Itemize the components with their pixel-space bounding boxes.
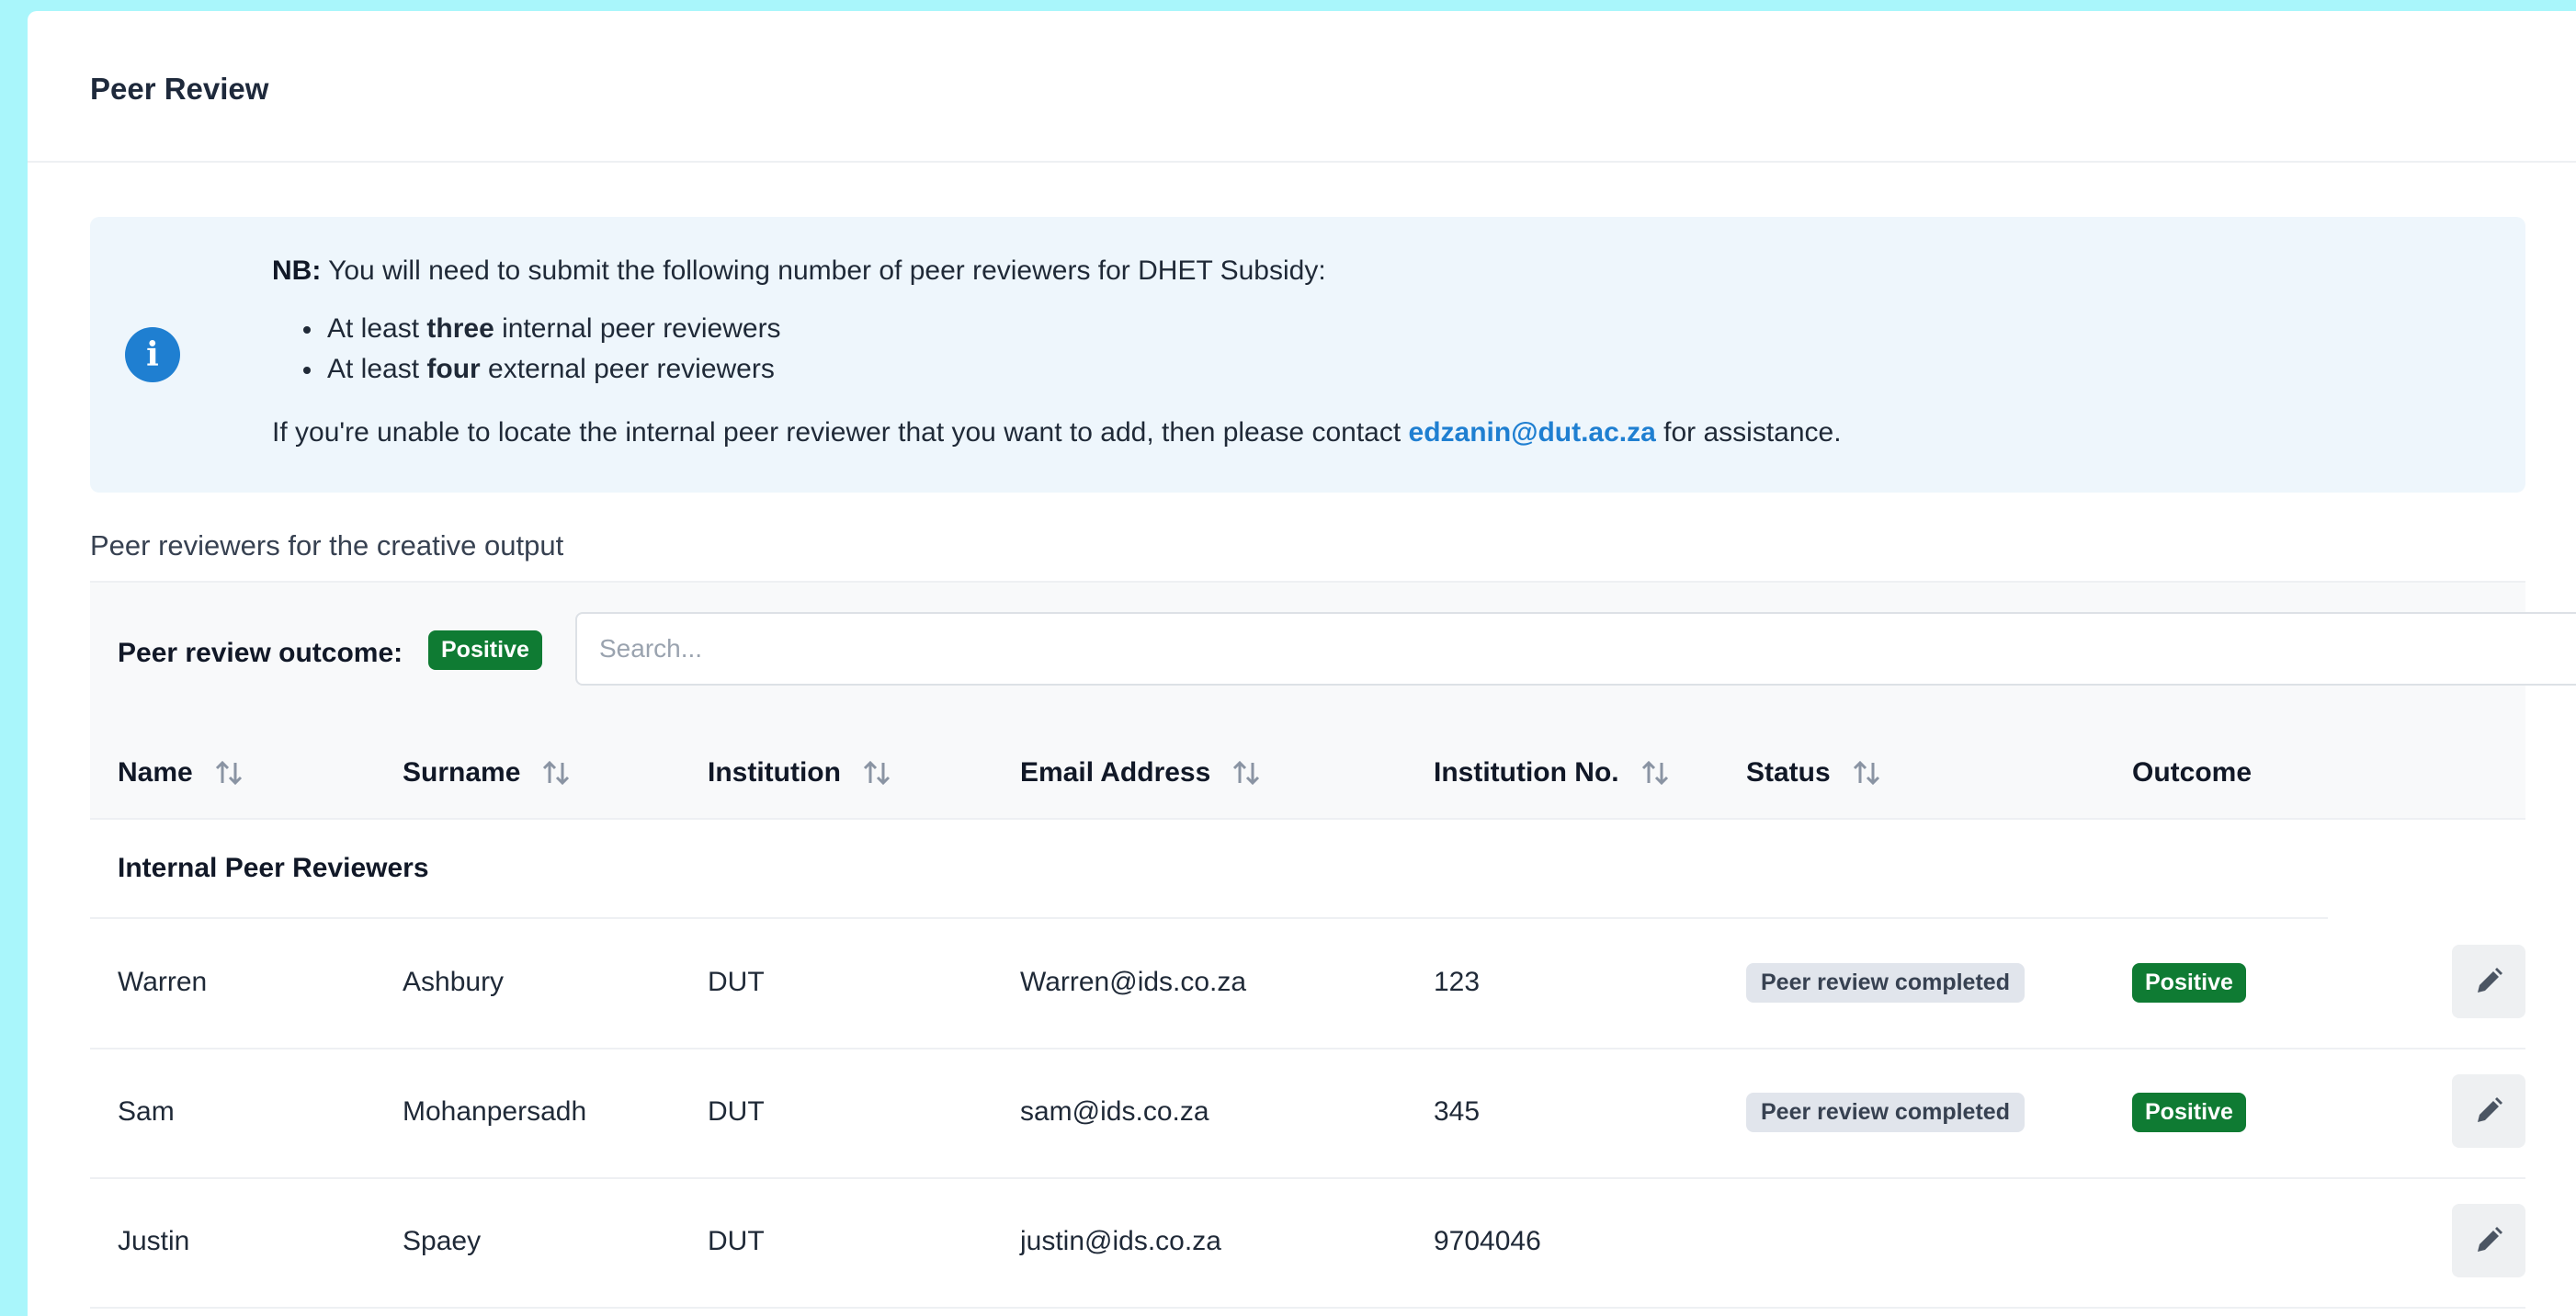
sort-icon[interactable] [213, 757, 244, 788]
outcome-badge: Positive [2132, 1093, 2246, 1132]
table-row: Warren Ashbury DUT Warren@ids.co.za 123 … [90, 919, 2525, 1049]
cell-name: Warren [118, 967, 208, 997]
nb-text: You will need to submit the following nu… [321, 255, 1326, 286]
sort-icon[interactable] [861, 757, 892, 788]
sort-icon[interactable] [1851, 757, 1882, 788]
cell-institution: DUT [708, 1096, 765, 1127]
requirement-internal: At least three internal peer reviewers [272, 309, 781, 349]
table-row: Justin Spaey DUT justin@ids.co.za 970404… [90, 1178, 2525, 1309]
column-header-email[interactable]: Email Address [1020, 757, 1262, 788]
search-input[interactable] [575, 612, 2576, 686]
cell-institution-no: 9704046 [1434, 1226, 1541, 1256]
sort-icon[interactable] [1640, 757, 1671, 788]
cell-name: Justin [118, 1226, 190, 1256]
cell-email: justin@ids.co.za [1020, 1226, 1221, 1256]
nb-line: NB: You will need to submit the followin… [272, 255, 1326, 287]
edit-button[interactable] [2452, 1074, 2525, 1148]
page-title: Peer Review [90, 72, 269, 106]
contact-line: If you're unable to locate the internal … [272, 417, 1842, 448]
cell-surname: Ashbury [403, 967, 505, 997]
pencil-icon [2478, 968, 2502, 993]
pencil-icon [2478, 1227, 2502, 1252]
status-badge: Peer review completed [1746, 1093, 2025, 1132]
cell-email: sam@ids.co.za [1020, 1096, 1209, 1127]
cell-institution: DUT [708, 1226, 765, 1256]
status-badge: Peer review completed [1746, 963, 2025, 1003]
edit-button[interactable] [2452, 1204, 2525, 1277]
peer-review-card: Peer Review i NB: You will need to submi… [28, 11, 2576, 1316]
group-label: Internal Peer Reviewers [118, 853, 429, 883]
cell-institution: DUT [708, 967, 765, 997]
column-header-surname[interactable]: Surname [403, 757, 572, 788]
outcome-badge: Positive [428, 630, 542, 670]
cell-surname: Mohanpersadh [403, 1096, 587, 1127]
contact-email-link[interactable]: edzanin@dut.ac.za [1409, 417, 1656, 448]
info-notice: i NB: You will need to submit the follow… [90, 217, 2525, 493]
pencil-icon [2478, 1097, 2502, 1122]
group-row-internal: Internal Peer Reviewers [90, 820, 2328, 919]
cell-name: Sam [118, 1096, 175, 1127]
cell-email: Warren@ids.co.za [1020, 967, 1247, 997]
table-toolbar: Peer review outcome: Positive [90, 581, 2576, 728]
card-header: Peer Review [28, 11, 2576, 163]
cell-surname: Spaey [403, 1226, 482, 1256]
section-caption: Peer reviewers for the creative output [90, 529, 564, 562]
column-header-status[interactable]: Status [1746, 757, 1882, 788]
column-header-name[interactable]: Name [118, 757, 244, 788]
cell-institution-no: 123 [1434, 967, 1481, 997]
table-header: Name Surname Institution Email Address I… [90, 726, 2525, 820]
requirement-external: At least four external peer reviewers [272, 349, 781, 390]
column-header-institution[interactable]: Institution [708, 757, 892, 788]
info-icon: i [125, 327, 180, 382]
table-row: Sam Mohanpersadh DUT sam@ids.co.za 345 P… [90, 1049, 2525, 1179]
edit-button[interactable] [2452, 945, 2525, 1018]
sort-icon[interactable] [1231, 757, 1262, 788]
requirements-list: At least three internal peer reviewers A… [272, 309, 781, 390]
outcome-label: Peer review outcome: [118, 638, 403, 668]
sort-icon[interactable] [540, 757, 572, 788]
column-header-outcome: Outcome [2132, 757, 2253, 788]
cell-institution-no: 345 [1434, 1096, 1481, 1127]
outcome-badge: Positive [2132, 963, 2246, 1003]
column-header-institution-no[interactable]: Institution No. [1434, 757, 1671, 788]
nb-label: NB: [272, 255, 322, 286]
